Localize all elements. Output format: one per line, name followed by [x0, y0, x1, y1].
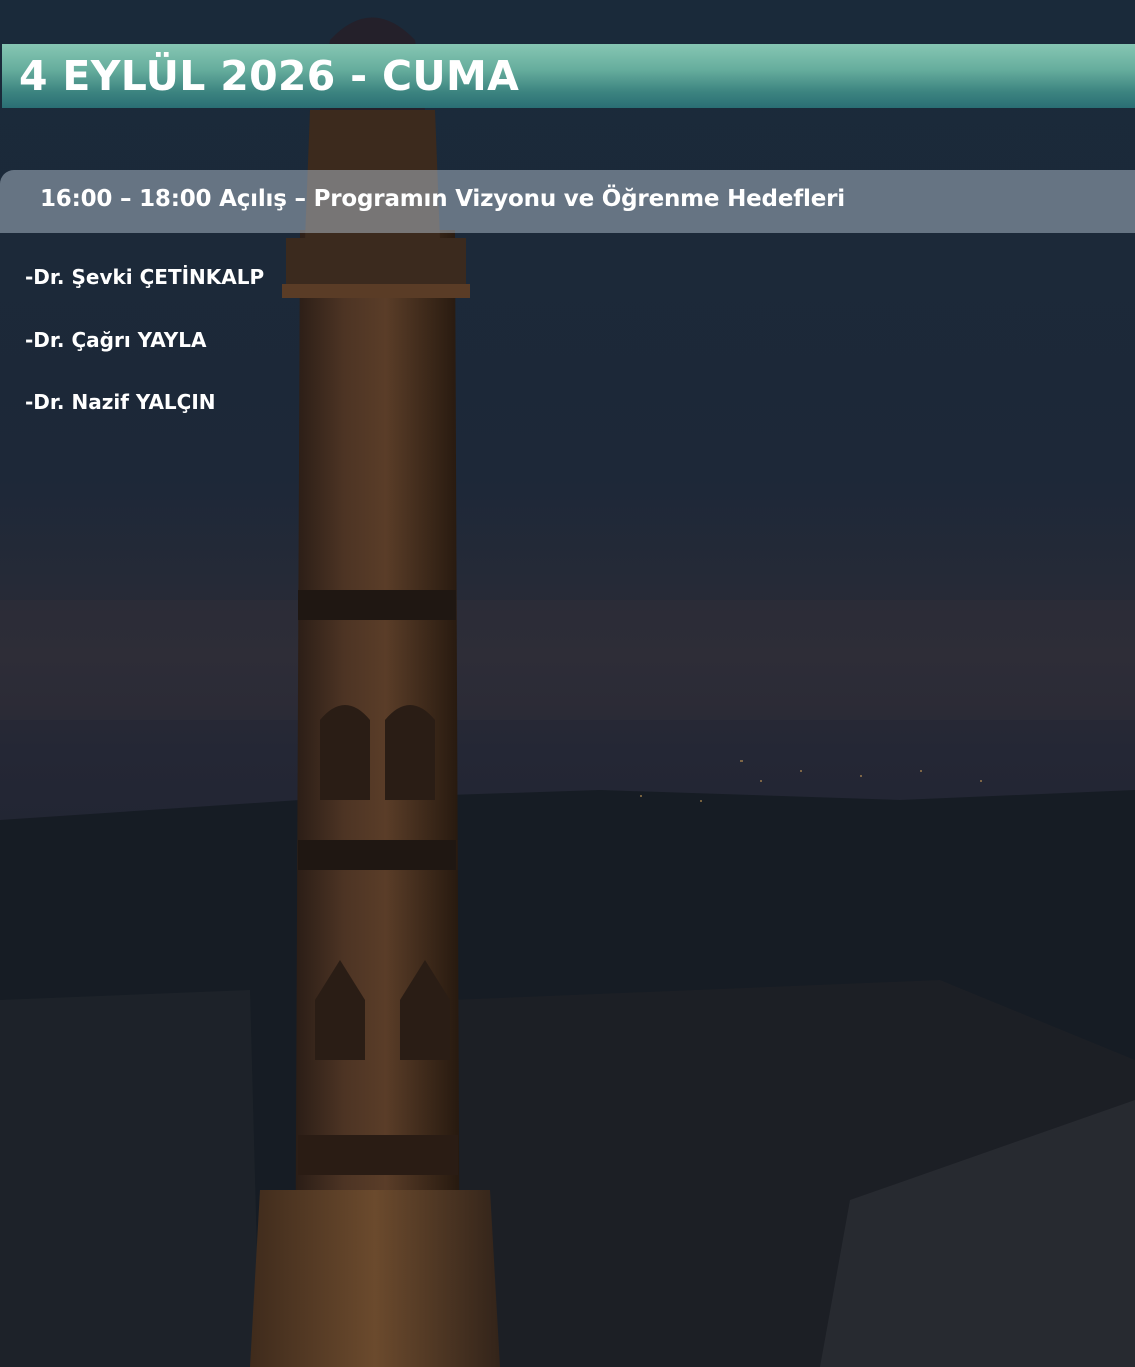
date-heading: 4 EYLÜL 2026 - CUMA — [19, 52, 520, 100]
speaker-list: -Dr. Şevki ÇETİNKALP -Dr. Çağrı YAYLA -D… — [25, 262, 264, 450]
speaker-name: -Dr. Çağrı YAYLA — [25, 327, 207, 352]
date-header-bar: 4 EYLÜL 2026 - CUMA — [2, 44, 1135, 108]
session-title: 16:00 – 18:00 Açılış – Programın Vizyonu… — [40, 186, 845, 212]
speaker-name: -Dr. Şevki ÇETİNKALP — [25, 265, 265, 289]
session-bar: 16:00 – 18:00 Açılış – Programın Vizyonu… — [0, 170, 1135, 233]
speaker-name: -Dr. Nazif YALÇIN — [25, 390, 216, 414]
